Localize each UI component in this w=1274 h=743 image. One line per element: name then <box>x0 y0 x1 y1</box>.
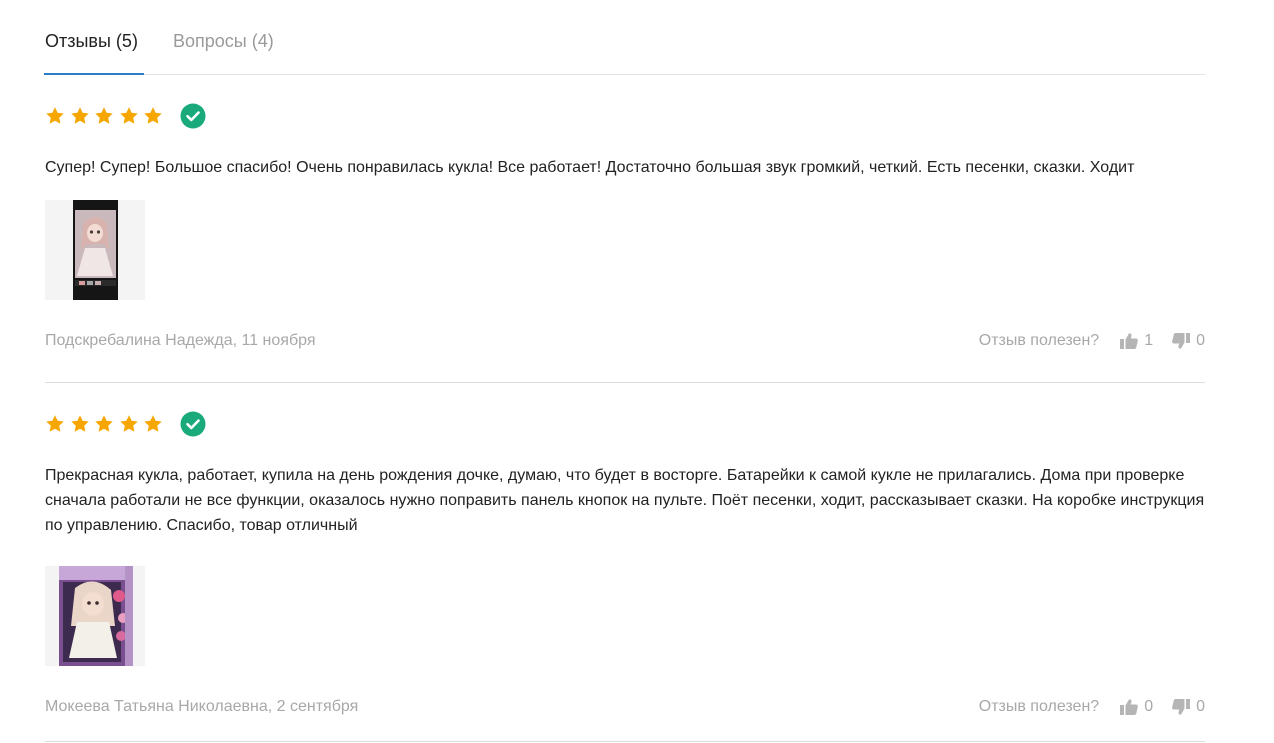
like-button[interactable]: 1 <box>1119 331 1153 351</box>
tab-reviews[interactable]: Отзывы (5) <box>45 30 138 52</box>
star-icon <box>45 414 65 434</box>
rating-stars <box>45 410 206 438</box>
review-item: Прекрасная кукла, работает, купила на де… <box>45 383 1205 742</box>
tabs-bar: Отзывы (5) Вопросы (4) <box>44 0 1205 75</box>
star-icon <box>94 106 114 126</box>
like-button[interactable]: 0 <box>1119 697 1153 717</box>
star-icon <box>119 106 139 126</box>
star-icon <box>45 106 65 126</box>
review-footer: Подскребалина Надежда, 11 ноября Отзыв п… <box>45 330 1205 352</box>
check-circle-icon <box>180 411 206 437</box>
helpful-label: Отзыв полезен? <box>978 332 1100 349</box>
review-footer: Мокеева Татьяна Николаевна, 2 сентября О… <box>45 696 1205 718</box>
dislike-button[interactable]: 0 <box>1171 697 1205 717</box>
review-text: Супер! Супер! Большое спасибо! Очень пон… <box>45 159 1135 176</box>
like-count: 1 <box>1144 332 1154 349</box>
thumbs-down-icon <box>1172 699 1191 715</box>
review-photo[interactable] <box>45 200 145 300</box>
review-text: Прекрасная кукла, работает, купила на де… <box>45 467 1205 534</box>
star-icon <box>143 414 163 434</box>
thumbs-up-icon <box>1120 699 1139 715</box>
check-circle-icon <box>180 103 206 129</box>
star-icon <box>70 414 90 434</box>
review-author-date: Мокеева Татьяна Николаевна, 2 сентября <box>45 698 359 715</box>
dislike-count: 0 <box>1196 332 1205 349</box>
review-photo[interactable] <box>45 566 145 666</box>
star-icon <box>94 414 114 434</box>
review-author-date: Подскребалина Надежда, 11 ноября <box>45 332 316 349</box>
helpful-label: Отзыв полезен? <box>978 698 1100 715</box>
review-item: Супер! Супер! Большое спасибо! Очень пон… <box>45 75 1205 383</box>
tab-questions[interactable]: Вопросы (4) <box>173 30 274 52</box>
star-icon <box>143 106 163 126</box>
helpful-controls: Отзыв полезен? 1 0 <box>979 330 1205 352</box>
thumbs-up-icon <box>1120 333 1139 349</box>
reviews-section: Отзывы (5) Вопросы (4) Супер! Супер! Бол… <box>44 0 1205 742</box>
thumbs-down-icon <box>1172 333 1191 349</box>
rating-stars <box>45 102 206 130</box>
dislike-count: 0 <box>1196 698 1205 715</box>
star-icon <box>119 414 139 434</box>
helpful-controls: Отзыв полезен? 0 0 <box>979 696 1205 718</box>
star-icon <box>70 106 90 126</box>
dislike-button[interactable]: 0 <box>1171 331 1205 351</box>
like-count: 0 <box>1144 698 1154 715</box>
